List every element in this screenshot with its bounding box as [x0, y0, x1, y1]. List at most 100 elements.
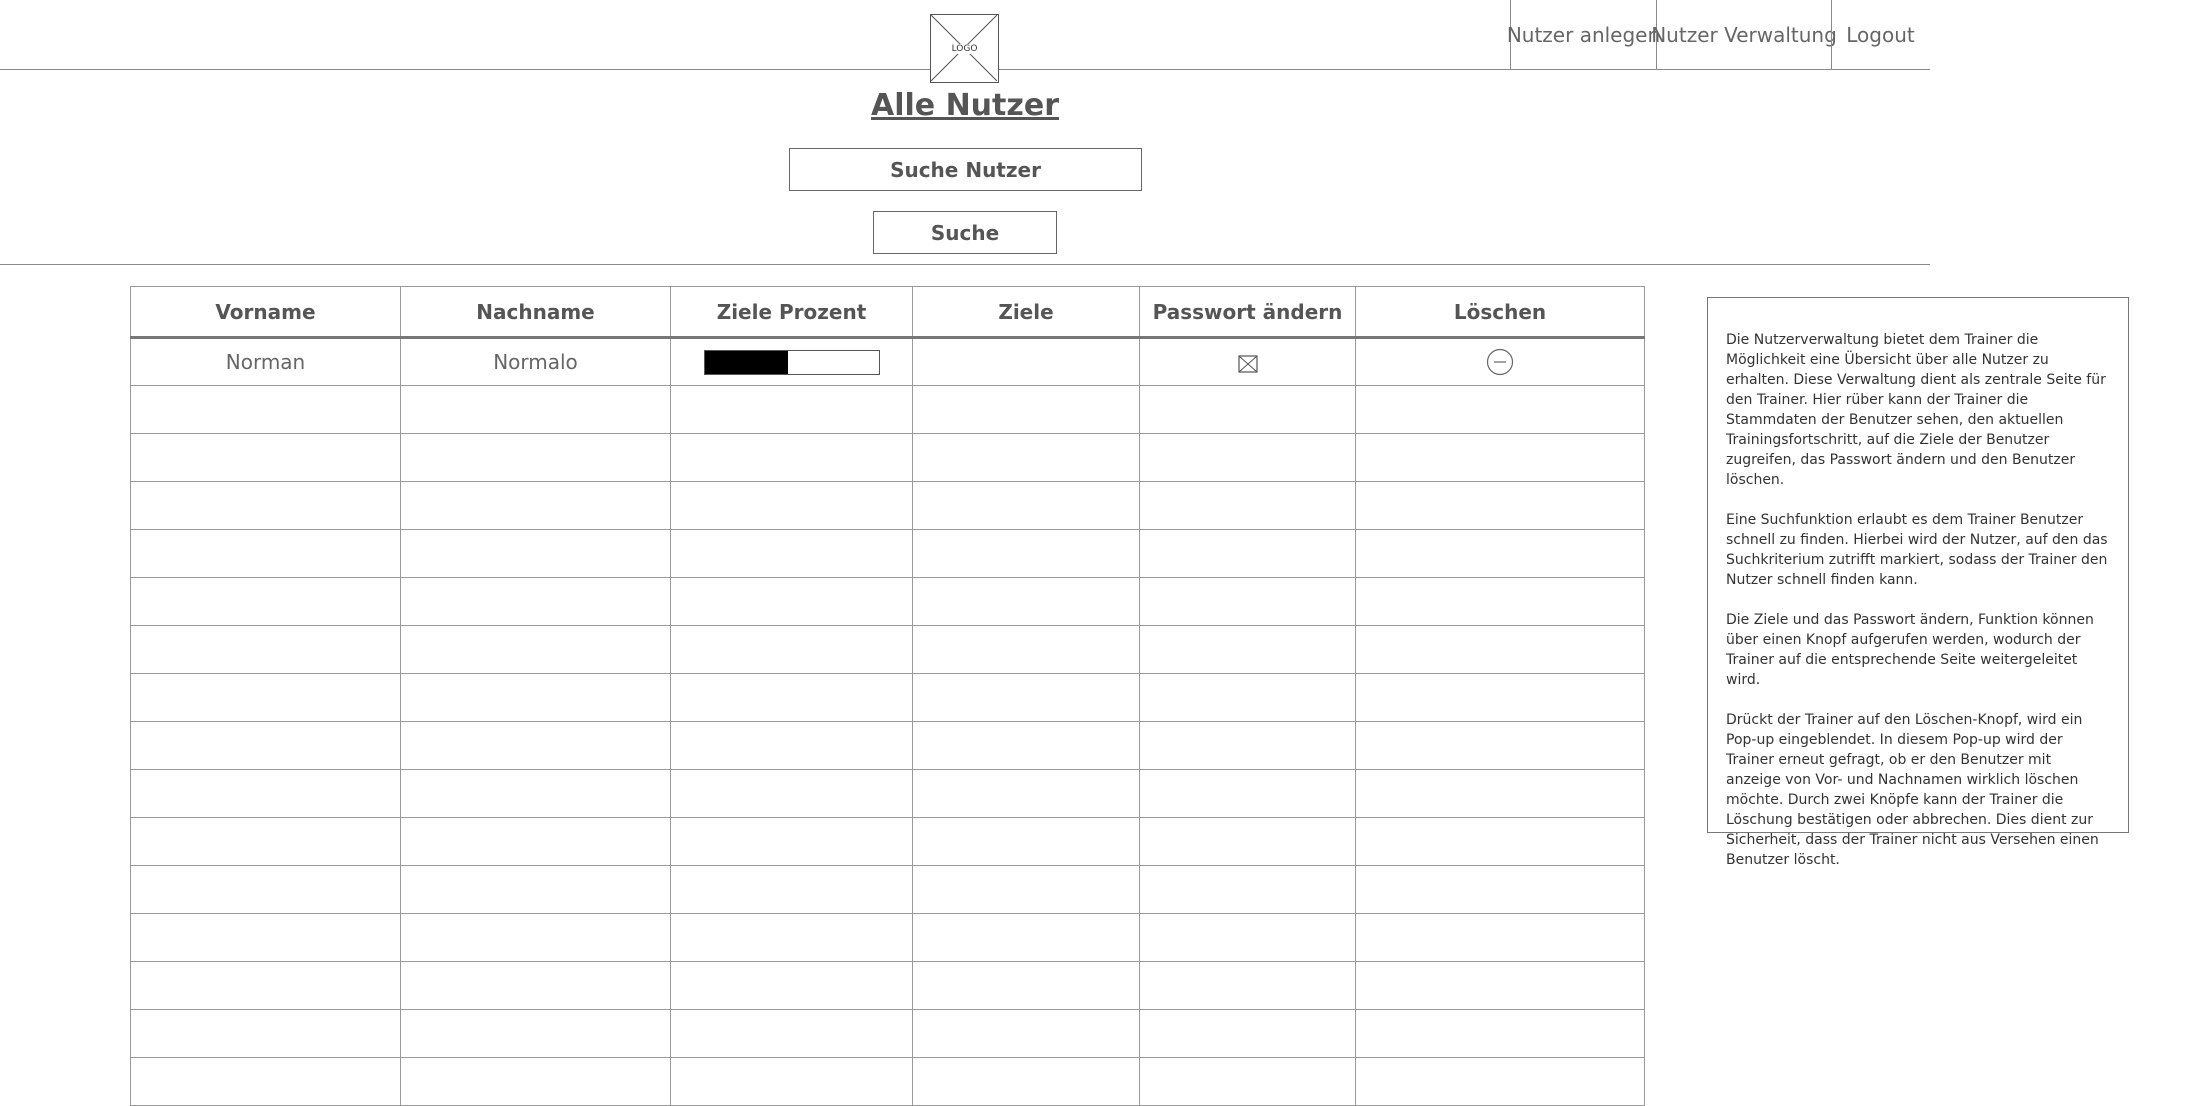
cell-ziele-prozent: [670, 625, 913, 674]
cell-ziele-prozent: [670, 769, 913, 818]
annotation-paragraph: Die Ziele und das Passwort ändern, Funkt…: [1726, 612, 2094, 688]
cell-vorname: [130, 433, 401, 482]
cell-nachname: Normalo: [400, 337, 671, 386]
cell-loeschen: [1355, 337, 1645, 386]
table-row-empty: [130, 817, 1645, 866]
cell-ziele-prozent: [670, 433, 913, 482]
table-row-empty: [130, 433, 1645, 482]
cell-loeschen: [1355, 961, 1645, 1010]
cell-ziele-prozent: [670, 1057, 913, 1106]
cell-passwort-aendern: [1139, 577, 1356, 626]
table-row[interactable]: Norman Normalo: [130, 337, 1645, 386]
cell-ziele: [912, 625, 1140, 674]
cell-vorname: [130, 385, 401, 434]
cell-nachname: [400, 577, 671, 626]
cell-vorname: Norman: [130, 337, 401, 386]
cell-passwort-aendern: [1139, 817, 1356, 866]
users-table: Vorname Nachname Ziele Prozent Ziele Pas…: [130, 286, 1645, 1106]
cell-ziele-prozent: [670, 913, 913, 962]
logo-text: LOGO: [949, 43, 980, 54]
cell-ziele: [912, 673, 1140, 722]
cell-nachname: [400, 769, 671, 818]
table-row-empty: [130, 529, 1645, 578]
cell-passwort-aendern: [1139, 337, 1356, 386]
cell-vorname: [130, 529, 401, 578]
search-button[interactable]: Suche: [873, 211, 1057, 254]
column-header-loeschen: Löschen: [1355, 286, 1645, 339]
table-row-empty: [130, 577, 1645, 626]
cell-loeschen: [1355, 577, 1645, 626]
cell-ziele: [912, 865, 1140, 914]
cell-nachname: [400, 913, 671, 962]
cell-nachname: [400, 817, 671, 866]
logo: LOGO: [930, 14, 999, 83]
cell-ziele-prozent: [670, 529, 913, 578]
table-header-row: Vorname Nachname Ziele Prozent Ziele Pas…: [130, 286, 1645, 339]
table-row-empty: [130, 769, 1645, 818]
minus-circle-icon: [1486, 348, 1514, 376]
column-header-vorname: Vorname: [130, 286, 401, 339]
table-row-empty: [130, 385, 1645, 434]
cell-ziele: [912, 481, 1140, 530]
cell-passwort-aendern: [1139, 385, 1356, 434]
cell-vorname: [130, 913, 401, 962]
table-row-empty: [130, 481, 1645, 530]
cell-passwort-aendern: [1139, 433, 1356, 482]
cell-loeschen: [1355, 913, 1645, 962]
cell-ziele-prozent: [670, 385, 913, 434]
cell-loeschen: [1355, 673, 1645, 722]
cell-passwort-aendern: [1139, 673, 1356, 722]
cell-ziele-prozent: [670, 337, 913, 386]
cell-nachname: [400, 961, 671, 1010]
cell-ziele: [912, 769, 1140, 818]
cell-loeschen: [1355, 481, 1645, 530]
page-title: Alle Nutzer: [871, 88, 1059, 123]
cell-loeschen: [1355, 817, 1645, 866]
cell-loeschen: [1355, 865, 1645, 914]
cell-passwort-aendern: [1139, 625, 1356, 674]
cell-passwort-aendern: [1139, 913, 1356, 962]
cell-ziele-prozent: [670, 865, 913, 914]
cell-ziele-prozent: [670, 721, 913, 770]
cell-ziele-prozent: [670, 481, 913, 530]
search-input[interactable]: Suche Nutzer: [789, 148, 1142, 191]
nav-nutzer-verwaltung[interactable]: Nutzer Verwaltung: [1651, 0, 1837, 69]
envelope-icon: [1237, 354, 1258, 373]
cell-passwort-aendern: [1139, 529, 1356, 578]
cell-loeschen: [1355, 433, 1645, 482]
change-password-button[interactable]: [1237, 354, 1258, 373]
nav-nutzer-anlegen[interactable]: Nutzer anlegen: [1507, 0, 1660, 69]
goal-progress-bar: [703, 350, 880, 375]
cell-vorname: [130, 577, 401, 626]
cell-nachname: [400, 481, 671, 530]
column-header-passwort-aendern: Passwort ändern: [1139, 286, 1356, 339]
cell-vorname: [130, 673, 401, 722]
cell-nachname: [400, 721, 671, 770]
column-header-ziele-prozent: Ziele Prozent: [670, 286, 913, 339]
cell-ziele-prozent: [670, 1009, 913, 1058]
cell-vorname: [130, 769, 401, 818]
goal-progress-fill: [704, 351, 789, 374]
cell-passwort-aendern: [1139, 961, 1356, 1010]
cell-loeschen: [1355, 529, 1645, 578]
cell-nachname: [400, 1057, 671, 1106]
cell-nachname: [400, 1009, 671, 1058]
cell-ziele: [912, 1057, 1140, 1106]
cell-vorname: [130, 1057, 401, 1106]
cell-ziele-prozent: [670, 817, 913, 866]
cell-passwort-aendern: [1139, 1009, 1356, 1058]
cell-passwort-aendern: [1139, 721, 1356, 770]
cell-vorname: [130, 721, 401, 770]
table-row-empty: [130, 1057, 1645, 1106]
annotation-panel: Die Nutzerverwaltung bietet dem Trainer …: [1707, 297, 2129, 868]
column-header-nachname: Nachname: [400, 286, 671, 339]
table-row-empty: [130, 721, 1645, 770]
cell-ziele[interactable]: [912, 337, 1140, 386]
cell-nachname: [400, 673, 671, 722]
table-row-empty: [130, 673, 1645, 722]
table-row-empty: [130, 913, 1645, 962]
cell-ziele: [912, 961, 1140, 1010]
nav-logout[interactable]: Logout: [1831, 0, 1929, 69]
cell-loeschen: [1355, 625, 1645, 674]
delete-user-button[interactable]: [1486, 348, 1514, 376]
